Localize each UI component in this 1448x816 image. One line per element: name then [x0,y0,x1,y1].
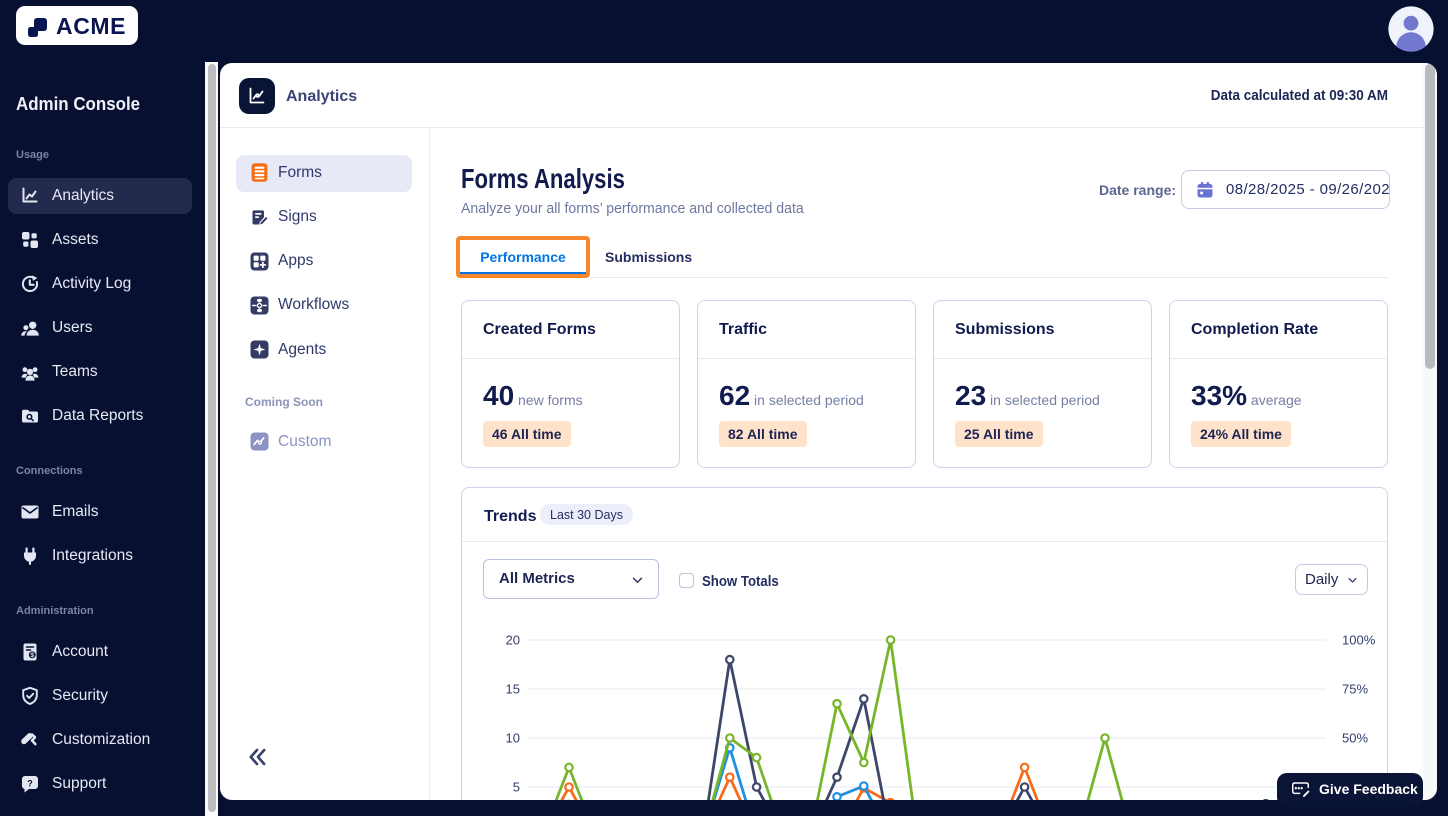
svg-text:$: $ [30,652,34,659]
svg-text:100%: 100% [1342,633,1376,648]
svg-text:5: 5 [513,780,520,795]
svg-text:15: 15 [506,682,520,697]
svg-text:20: 20 [506,633,520,648]
svg-text:10: 10 [506,731,520,746]
svg-text:50%: 50% [1342,731,1368,746]
svg-text:75%: 75% [1342,682,1368,697]
svg-text:?: ? [27,779,33,789]
